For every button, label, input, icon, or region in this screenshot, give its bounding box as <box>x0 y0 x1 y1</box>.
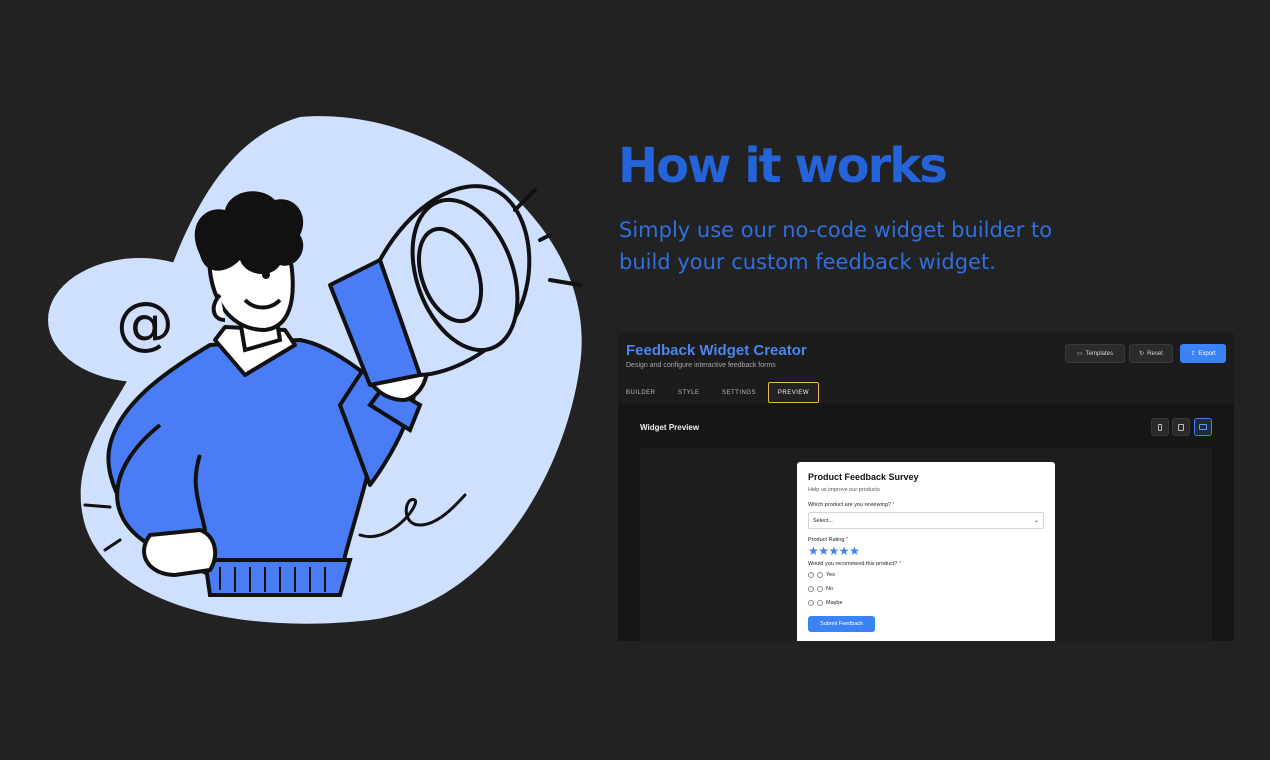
desktop-icon <box>1199 424 1207 430</box>
preview-canvas: Product Feedback Survey Help us improve … <box>640 448 1212 641</box>
feedback-widget: Product Feedback Survey Help us improve … <box>797 462 1055 641</box>
question-rating-label: Product Rating * <box>808 537 1044 543</box>
option-no[interactable]: No <box>808 582 1044 596</box>
mobile-icon <box>1158 423 1162 431</box>
option-maybe-label: Maybe <box>826 600 843 606</box>
page-title: How it works <box>618 138 948 194</box>
tab-builder[interactable]: BUILDER <box>618 382 664 403</box>
question-product-text: Which product are you reviewing? <box>808 502 891 508</box>
app-subtitle: Design and configure interactive feedbac… <box>626 362 776 369</box>
question-rating-text: Product Rating <box>808 537 845 543</box>
tab-style[interactable]: STYLE <box>670 382 708 403</box>
question-recommend-text: Would you recommend this product? <box>808 561 898 567</box>
required-marker: * <box>899 561 902 567</box>
submit-feedback-button[interactable]: Submit Feedback <box>808 616 875 632</box>
app-title: Feedback Widget Creator <box>626 342 807 359</box>
desktop-view-button[interactable] <box>1194 418 1212 436</box>
at-sign-icon: @ <box>116 289 174 357</box>
widget-description: Help us improve our products <box>808 487 880 493</box>
mobile-view-button[interactable] <box>1151 418 1169 436</box>
radio-icon <box>817 586 823 592</box>
app-screenshot: Feedback Widget Creator Design and confi… <box>618 333 1234 641</box>
star-icon[interactable]: ★ <box>849 544 860 558</box>
template-icon: ▭ <box>1076 351 1083 357</box>
option-maybe[interactable]: Maybe <box>808 596 1044 610</box>
templates-button-label: Templates <box>1085 350 1114 357</box>
product-select-value: Select... <box>813 517 833 524</box>
star-icon[interactable]: ★ <box>818 544 829 558</box>
person-with-megaphone-illustration: @ <box>48 116 582 624</box>
templates-button[interactable]: ▭ Templates <box>1065 344 1125 363</box>
tablet-icon <box>1178 423 1184 431</box>
tab-settings[interactable]: SETTINGS <box>714 382 764 403</box>
widget-title: Product Feedback Survey <box>808 472 919 482</box>
page: @ How it works Simply use our no-code wi… <box>0 0 1270 760</box>
radio-icon <box>808 586 814 592</box>
chevron-down-icon: ⌄ <box>1033 518 1039 524</box>
question-recommend-label: Would you recommend this product? * <box>808 561 1044 567</box>
product-select[interactable]: Select... ⌄ <box>808 512 1044 529</box>
option-no-label: No <box>826 586 834 592</box>
tab-preview[interactable]: PREVIEW <box>768 382 819 403</box>
refresh-icon: ↻ <box>1139 351 1145 357</box>
star-icon[interactable]: ★ <box>839 544 850 558</box>
rating-stars[interactable]: ★★★★★ <box>808 545 1044 558</box>
option-yes-label: Yes <box>826 572 835 578</box>
preview-label: Widget Preview <box>640 423 700 432</box>
export-icon: ⇪ <box>1190 351 1196 357</box>
required-marker: * <box>892 502 895 508</box>
reset-button[interactable]: ↻ Reset <box>1129 344 1173 363</box>
hero-illustration: @ <box>40 105 600 635</box>
radio-icon <box>817 600 823 606</box>
preview-panel: Widget Preview Product Feedback Survey H… <box>618 404 1234 641</box>
export-button-label: Export <box>1198 350 1216 357</box>
reset-button-label: Reset <box>1147 350 1163 357</box>
radio-icon <box>817 572 823 578</box>
option-yes[interactable]: Yes <box>808 568 1044 582</box>
question-product-label: Which product are you reviewing? * <box>808 502 1044 508</box>
export-button[interactable]: ⇪ Export <box>1180 344 1226 363</box>
page-subtitle: Simply use our no-code widget builder to… <box>619 218 1053 274</box>
tablet-view-button[interactable] <box>1172 418 1190 436</box>
required-marker: * <box>845 537 849 543</box>
radio-icon <box>808 572 814 578</box>
star-icon[interactable]: ★ <box>829 544 840 558</box>
radio-icon <box>808 600 814 606</box>
tab-bar: BUILDER STYLE SETTINGS PREVIEW <box>618 382 1234 404</box>
star-icon[interactable]: ★ <box>808 544 819 558</box>
recommend-options: Yes No Maybe <box>808 568 1044 610</box>
